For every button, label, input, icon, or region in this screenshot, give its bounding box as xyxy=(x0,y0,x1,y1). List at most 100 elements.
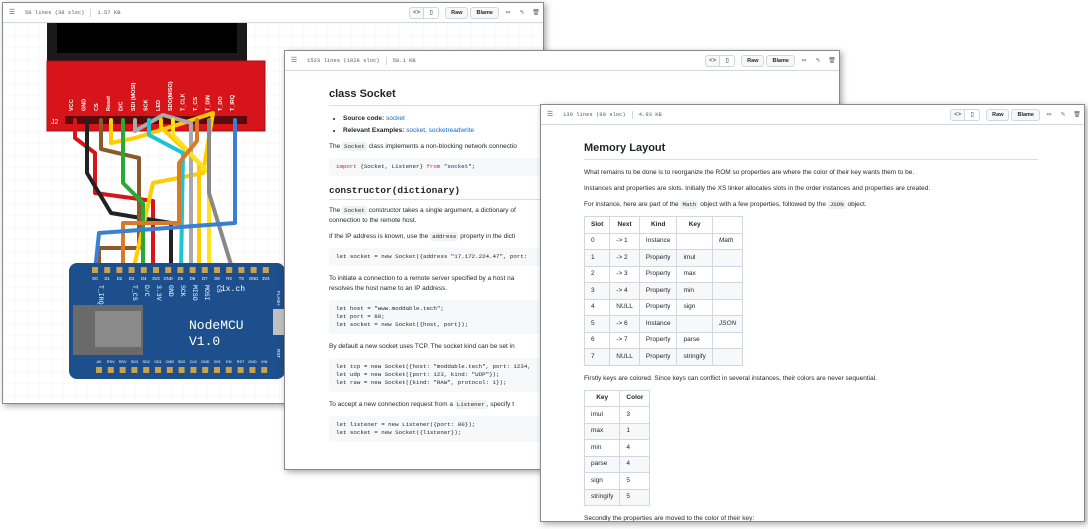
table-cell: 4 xyxy=(619,455,651,473)
mcu-pin-label: RSV xyxy=(119,360,127,364)
cell-text: 7 xyxy=(591,352,595,360)
mcu-pin-label: SD1 xyxy=(154,360,161,364)
cell-text: Math xyxy=(718,237,734,245)
column-header: Color xyxy=(619,389,651,407)
blame-button[interactable]: Blame xyxy=(1011,108,1040,121)
cell-text: min xyxy=(683,286,694,294)
cell-text: sign xyxy=(591,476,603,484)
example-link-socketreadwrite[interactable]: socketreadwrite xyxy=(429,127,475,134)
cell-text: stringify xyxy=(591,493,614,501)
mcu-pin-label: 3V3 xyxy=(152,276,160,281)
tft-pin-label: T_CS xyxy=(193,97,199,111)
table-cell: Instance xyxy=(638,232,678,250)
tft-pin-label: T_DIN xyxy=(205,95,211,111)
key-color-table: Key Color imul 3 max 1 min 4 parse 4 sign 5 stringi… xyxy=(583,389,651,507)
table-cell xyxy=(711,265,744,283)
mcu-pin-label: GND xyxy=(249,276,258,281)
cell-text: stringify xyxy=(683,352,706,360)
cell-text: 4 xyxy=(626,443,631,451)
mcu-pin-header xyxy=(107,367,114,373)
cell-text: parse xyxy=(683,336,700,344)
cell-text: -> 2 xyxy=(616,253,628,261)
header-label: J2 xyxy=(51,119,59,126)
table-cell: parse xyxy=(676,331,713,349)
table-row: stringify 5 xyxy=(583,488,651,506)
column-header: Slot xyxy=(583,216,611,234)
code-view-button[interactable]: <> xyxy=(950,108,966,121)
mcu-pin-label: RX xyxy=(226,276,232,281)
cell-text: -> 7 xyxy=(616,336,628,344)
file-toolbar: ☰ 50 lines (38 sloc) 1.57 KB <> ▯ Raw Bl… xyxy=(3,3,543,23)
table-cell: Property xyxy=(638,265,678,283)
tft-pin-label: T_CLK xyxy=(181,93,187,111)
table-cell: 4 xyxy=(619,439,651,457)
cell-text: -> 1 xyxy=(616,237,628,245)
source-link[interactable]: socket xyxy=(386,115,405,122)
table-cell: -> 6 xyxy=(609,315,640,333)
table-cell xyxy=(711,348,744,366)
desktop-icon[interactable]: ▭ xyxy=(797,56,811,65)
page-title: Memory Layout xyxy=(584,141,1038,160)
mcu-pin-label: D6 xyxy=(190,276,196,281)
raw-button[interactable]: Raw xyxy=(986,108,1010,121)
edit-icon[interactable]: ✎ xyxy=(1056,110,1070,119)
delete-icon[interactable]: 🗑 xyxy=(1070,111,1084,118)
table-cell: 6 xyxy=(583,331,611,349)
table-cell: min xyxy=(676,282,713,300)
delete-icon[interactable]: 🗑 xyxy=(529,9,543,16)
edit-icon[interactable]: ✎ xyxy=(811,56,825,65)
cell-text: -> 6 xyxy=(616,319,628,327)
desktop-icon[interactable]: ▭ xyxy=(1042,110,1056,119)
tft-pin-label: GND xyxy=(81,99,87,111)
code-view-button[interactable]: <> xyxy=(705,54,721,67)
mcu-pin-header xyxy=(116,267,123,273)
mcu-pin-label: D7 xyxy=(202,276,208,281)
mcu-pin-label: VIN xyxy=(261,360,268,364)
menu-icon[interactable]: ☰ xyxy=(543,110,557,119)
preview-button[interactable]: ▯ xyxy=(720,54,736,67)
mcu-connection-label: SCK xyxy=(179,285,186,297)
file-toolbar: ☰ 130 lines (90 sloc) 4.93 KB <> ▯ Raw B… xyxy=(541,105,1084,125)
cell-text: 1 xyxy=(626,427,631,435)
table-row: 0 -> 1 Instance Math xyxy=(583,232,744,250)
menu-icon[interactable]: ☰ xyxy=(287,56,301,65)
edit-icon[interactable]: ✎ xyxy=(515,8,529,17)
table-cell: Property xyxy=(638,298,678,316)
mcu-pin-label: SD2 xyxy=(143,360,150,364)
cell-text: imul xyxy=(591,410,603,418)
mcu-pin-label: CLK xyxy=(190,360,198,364)
table-cell: 3 xyxy=(619,406,651,424)
table-cell: 5 xyxy=(583,315,611,333)
cell-text: 3 xyxy=(591,286,595,294)
table-cell: 4 xyxy=(583,298,611,316)
blame-button[interactable]: Blame xyxy=(470,6,499,19)
mcu-pin-header xyxy=(178,367,185,373)
cell-text: 5 xyxy=(591,319,595,327)
table-cell: JSON xyxy=(711,315,744,333)
slots-table: Slot Next Kind Key 0 -> 1 Instance Math 1 -> 2 Pr… xyxy=(583,216,744,366)
table-cell: NULL xyxy=(609,348,640,366)
desktop-icon[interactable]: ▭ xyxy=(501,8,515,17)
file-toolbar: ☰ 1523 lines (1028 sloc) 58.1 KB <> ▯ Ra… xyxy=(285,51,839,71)
tft-pin-label: SDI (MOSI) xyxy=(131,82,137,111)
menu-icon[interactable]: ☰ xyxy=(5,8,19,17)
mcu-pin-header xyxy=(165,267,172,273)
mcu-pin-header xyxy=(190,367,197,373)
cell-text: -> 4 xyxy=(616,286,628,294)
mcu-connection-label: 3.3V xyxy=(155,285,162,301)
cell-text: 5 xyxy=(626,493,631,501)
raw-button[interactable]: Raw xyxy=(445,6,469,19)
table-cell: -> 7 xyxy=(609,331,640,349)
raw-button[interactable]: Raw xyxy=(741,54,765,67)
preview-button[interactable]: ▯ xyxy=(965,108,981,121)
example-link-socket[interactable]: socket xyxy=(406,127,425,134)
table-cell: Property xyxy=(638,282,678,300)
table-row: imul 3 xyxy=(583,406,651,424)
delete-icon[interactable]: 🗑 xyxy=(825,57,839,64)
table-cell: sign xyxy=(676,298,713,316)
code-view-button[interactable]: <> xyxy=(409,6,425,19)
mcu-connection-label: T_CS xyxy=(131,285,138,301)
blame-button[interactable]: Blame xyxy=(766,54,795,67)
table-row: 2 -> 3 Property max xyxy=(583,265,744,283)
preview-button[interactable]: ▯ xyxy=(424,6,440,19)
